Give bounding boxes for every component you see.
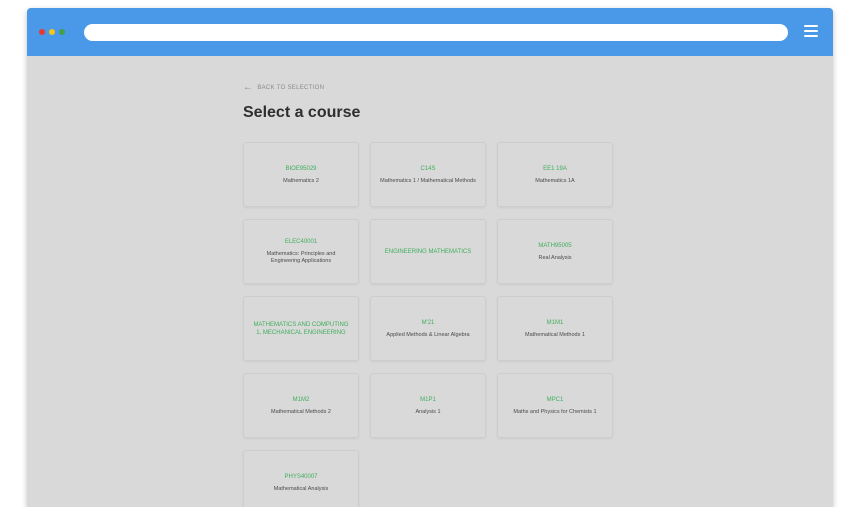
back-link-label: BACK TO SELECTION (257, 85, 325, 91)
course-card[interactable]: MATHEMATICS AND COMPUTING 1, MECHANICAL … (243, 296, 359, 361)
course-code: ELEC40001 (284, 239, 318, 245)
course-card[interactable]: ELEC40001 Mathematics: Principles and En… (243, 219, 359, 284)
course-name: Mathematics: Principles and Engineering … (266, 251, 336, 264)
hamburger-menu-icon[interactable] (804, 25, 818, 38)
course-code: EE1 19A (543, 165, 567, 172)
course-name: Applied Methods & Linear Algebra (386, 331, 470, 338)
course-card[interactable]: M1P1 Analysis 1 (370, 373, 486, 438)
course-code: MATHEMATICS AND COMPUTING 1, MECHANICAL … (253, 321, 349, 336)
course-code: M'21 (421, 319, 435, 326)
course-code: PHYS40007 (284, 473, 318, 480)
course-name: Mathematical Methods 2 (271, 408, 331, 415)
course-card[interactable]: M1M2 Mathematical Methods 2 (243, 373, 359, 438)
course-card[interactable]: BIOE95029 Mathematics 2 (243, 142, 359, 207)
course-grid: BIOE95029 Mathematics 2 C14S Mathematics… (243, 142, 613, 507)
course-name: Real Analysis (538, 254, 572, 261)
arrow-left-icon: ← (243, 82, 254, 93)
course-code: M1P1 (420, 396, 436, 403)
course-code: BIOE95029 (285, 165, 317, 172)
course-card[interactable]: M1M1 Mathematical Methods 1 (497, 296, 613, 361)
course-card[interactable]: C14S Mathematics 1 / Mathematical Method… (370, 142, 486, 207)
course-code: MATH95005 (538, 242, 572, 249)
course-name: Mathematical Analysis (273, 485, 329, 492)
course-code: M1M2 (292, 396, 310, 403)
course-name: Mathematical Methods 1 (525, 331, 585, 338)
course-card[interactable]: ENGINEERING MATHEMATICS (370, 219, 486, 284)
course-card[interactable]: MATH95005 Real Analysis (497, 219, 613, 284)
maximize-dot-icon[interactable] (59, 29, 65, 35)
course-card[interactable]: EE1 19A Mathematics 1A (497, 142, 613, 207)
browser-window: ← BACK TO SELECTION Select a course BIOE… (27, 8, 833, 507)
course-name: Mathematics 1 / Mathematical Methods (380, 177, 476, 184)
title-bar (27, 8, 833, 56)
course-name: Mathematics 2 (283, 177, 319, 184)
address-bar[interactable] (84, 24, 788, 41)
course-name: Analysis 1 (415, 408, 441, 415)
window-controls (39, 29, 65, 35)
course-card[interactable]: PHYS40007 Mathematical Analysis (243, 450, 359, 507)
minimize-dot-icon[interactable] (49, 29, 55, 35)
course-name: Maths and Physics for Chemists 1 (513, 408, 597, 415)
close-dot-icon[interactable] (39, 29, 45, 35)
course-card[interactable]: MPC1 Maths and Physics for Chemists 1 (497, 373, 613, 438)
back-to-selection-link[interactable]: ← BACK TO SELECTION (243, 82, 325, 93)
course-code: ENGINEERING MATHEMATICS (384, 248, 472, 255)
page-title: Select a course (243, 104, 361, 121)
course-card[interactable]: M'21 Applied Methods & Linear Algebra (370, 296, 486, 361)
course-code: C14S (420, 165, 436, 172)
course-code: M1M1 (546, 319, 564, 326)
course-name: Mathematics 1A (535, 177, 575, 184)
course-code: MPC1 (546, 396, 564, 403)
